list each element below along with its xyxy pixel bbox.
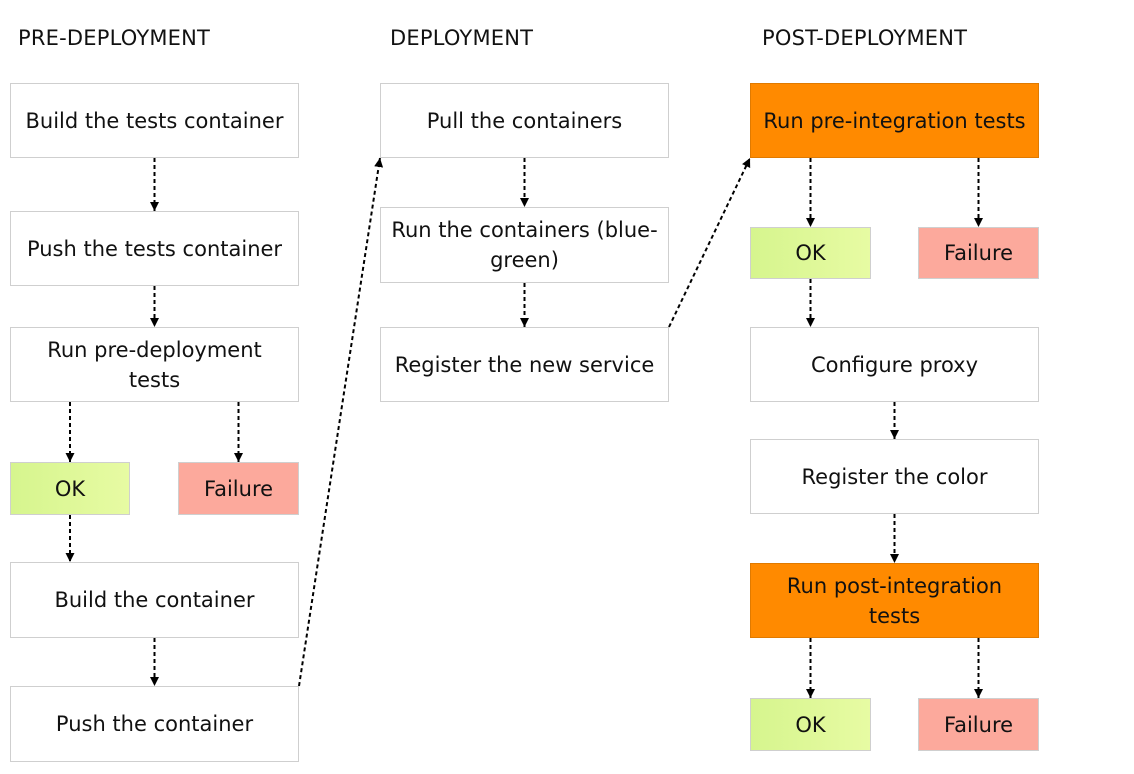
node-run-pre-integration-tests: Run pre-integration tests xyxy=(750,83,1039,158)
node-pre-deployment-ok: OK xyxy=(10,462,130,515)
node-build-tests-container: Build the tests container xyxy=(10,83,299,158)
node-configure-proxy: Configure proxy xyxy=(750,327,1039,402)
node-run-the-containers: Run the containers (blue-green) xyxy=(380,207,669,283)
node-pull-the-containers: Pull the containers xyxy=(380,83,669,158)
node-post-integration-ok: OK xyxy=(750,698,871,751)
node-pre-integration-failure: Failure xyxy=(918,227,1039,279)
edge-push-container-to-pull-containers xyxy=(298,157,384,687)
node-push-tests-container: Push the tests container xyxy=(10,211,299,286)
node-post-integration-failure: Failure xyxy=(918,698,1039,751)
node-pre-integration-ok: OK xyxy=(750,227,871,279)
node-run-post-integration-tests: Run post-integration tests xyxy=(750,563,1039,638)
node-push-the-container: Push the container xyxy=(10,686,299,762)
node-pre-deployment-failure: Failure xyxy=(178,462,299,515)
node-build-the-container: Build the container xyxy=(10,562,299,638)
node-run-pre-deployment-tests: Run pre-deployment tests xyxy=(10,327,299,402)
node-register-the-color: Register the color xyxy=(750,439,1039,514)
edge-register-service-to-run-preint xyxy=(668,157,751,328)
node-register-the-new-service: Register the new service xyxy=(380,327,669,402)
